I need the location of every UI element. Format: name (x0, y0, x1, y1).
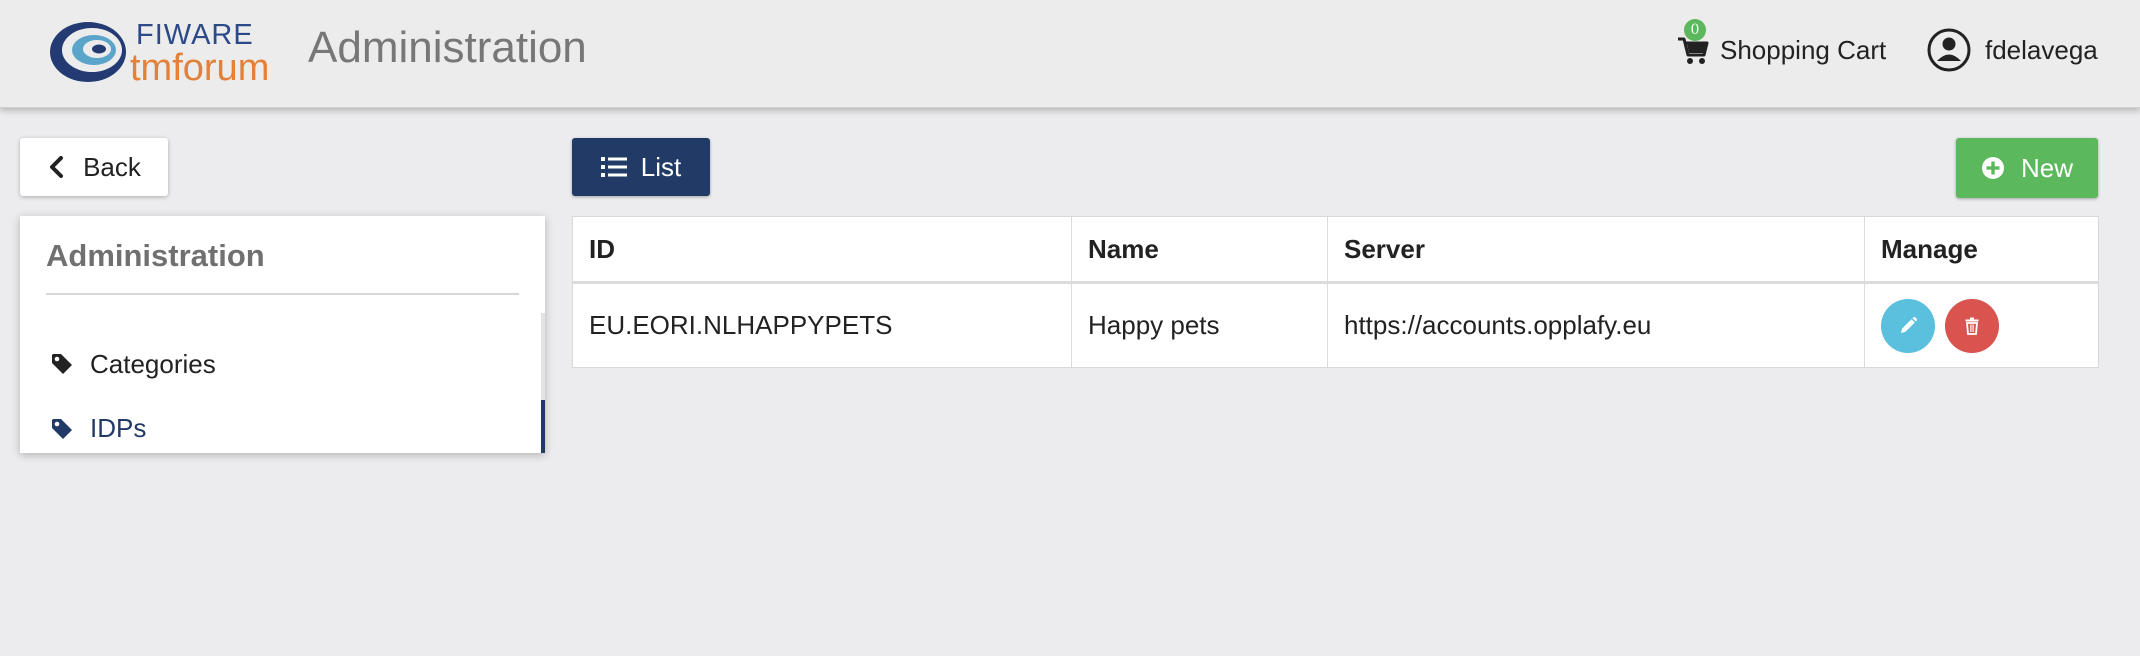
column-header-server: Server (1328, 217, 1865, 281)
back-label: Back (83, 151, 141, 182)
user-menu[interactable]: fdelavega (1927, 24, 2098, 76)
sidebar-item-label: IDPs (90, 413, 147, 443)
column-header-manage: Manage (1881, 233, 1978, 264)
tag-icon (52, 418, 72, 439)
table-header-row: ID Name Server Manage (573, 217, 2098, 284)
page-title: Administration (308, 23, 587, 72)
user-avatar-icon (1927, 28, 1971, 72)
trash-icon (1965, 317, 1979, 335)
new-label: New (2020, 152, 2073, 183)
delete-button[interactable] (1945, 298, 1999, 353)
idp-id-cell: EU.EORI.NLHAPPYPETS (573, 284, 1072, 367)
sidebar-divider (46, 293, 519, 295)
edit-button[interactable] (1881, 298, 1935, 353)
idp-server-cell: https://accounts.opplafy.eu (1328, 284, 1865, 367)
logo-tmforum-text: tmforum (130, 47, 269, 86)
fiware-tmforum-logo[interactable]: FIWARE tmforum (48, 16, 292, 86)
column-header-name: Name (1072, 217, 1328, 281)
list-icon (600, 157, 627, 177)
chevron-left-icon (50, 156, 64, 178)
idp-name-cell: Happy pets (1072, 284, 1328, 367)
pencil-icon (1901, 316, 1918, 333)
shopping-cart-link[interactable]: 0 Shopping Cart (1676, 19, 1887, 72)
back-button[interactable]: Back (20, 138, 168, 196)
idp-manage-cell (1865, 284, 2098, 367)
cart-icon: 0 (1676, 19, 1710, 67)
shopping-cart-label: Shopping Cart (1720, 34, 1887, 65)
sidebar-title: Administration (46, 238, 265, 273)
tag-icon (52, 354, 72, 374)
top-navbar: FIWARE tmforum Administration 0 Shopping… (0, 0, 2140, 108)
plus-circle-icon (1981, 157, 2004, 179)
list-button[interactable]: List (572, 138, 710, 196)
cart-count-badge: 0 (1684, 19, 1706, 41)
column-header-id: ID (573, 217, 1072, 281)
admin-sidebar: Administration Categories IDPs (20, 216, 545, 453)
list-label: List (640, 151, 682, 182)
sidebar-item-categories[interactable]: Categories (20, 334, 545, 394)
sidebar-item-label: Categories (90, 348, 216, 379)
sidebar-item-idps[interactable]: IDPs (20, 400, 545, 453)
idp-table: ID Name Server Manage EU.EORI.NLHAPPYPET… (572, 216, 2099, 368)
username: fdelavega (1985, 34, 2098, 65)
new-button[interactable]: New (1956, 138, 2098, 198)
table-row: EU.EORI.NLHAPPYPETS Happy pets https://a… (573, 284, 2098, 367)
